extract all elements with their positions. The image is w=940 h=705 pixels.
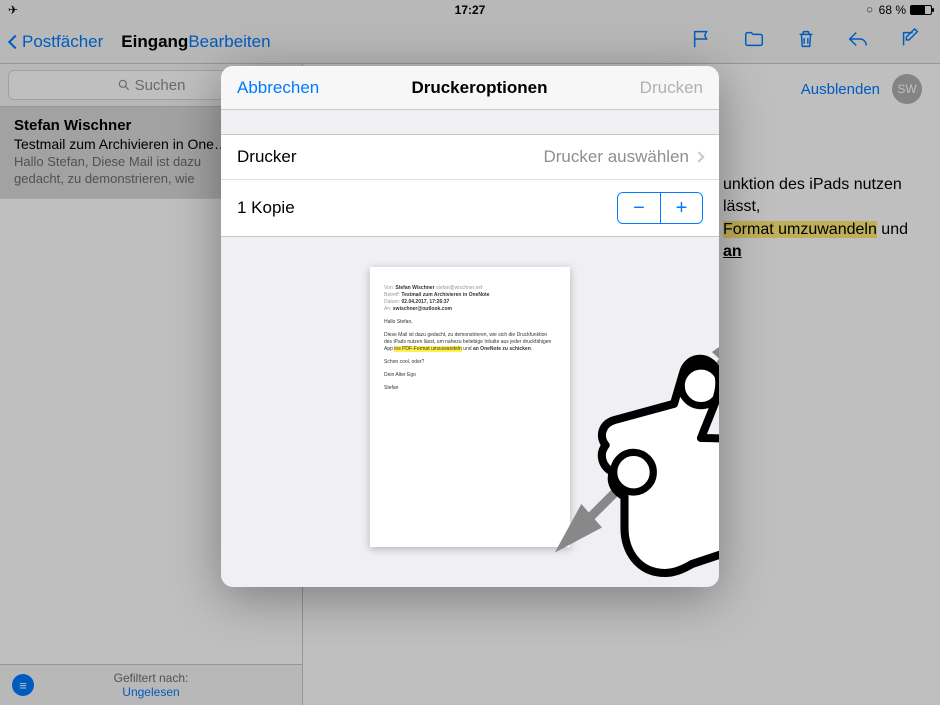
copies-row: 1 Kopie − + (221, 179, 719, 236)
print-options-modal: Abbrechen Druckeroptionen Drucken Drucke… (221, 66, 719, 587)
printer-label: Drucker (237, 147, 297, 167)
copies-increment-button[interactable]: + (660, 193, 702, 223)
cancel-button[interactable]: Abbrechen (237, 78, 319, 98)
printer-value: Drucker auswählen (543, 147, 689, 167)
printer-row[interactable]: Drucker Drucker auswählen (221, 135, 719, 179)
print-button[interactable]: Drucken (640, 78, 703, 98)
copies-stepper: − + (617, 192, 703, 224)
copies-decrement-button[interactable]: − (618, 193, 660, 223)
chevron-right-icon (693, 151, 704, 162)
copies-label: 1 Kopie (237, 198, 295, 218)
modal-overlay: Abbrechen Druckeroptionen Drucken Drucke… (0, 0, 940, 705)
print-preview-page[interactable]: Von: Stefan Wischner stefan@wischner.net… (370, 267, 570, 547)
print-preview-area[interactable]: Von: Stefan Wischner stefan@wischner.net… (221, 237, 719, 587)
modal-title: Druckeroptionen (411, 78, 547, 98)
